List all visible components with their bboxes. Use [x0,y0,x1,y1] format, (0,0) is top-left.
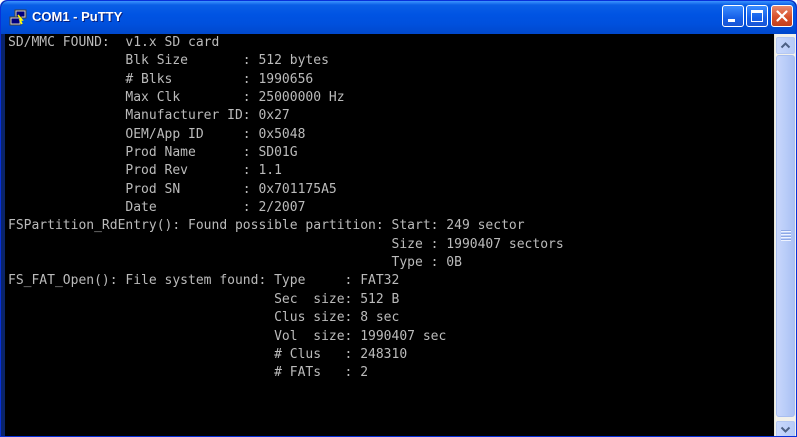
terminal-line: Vol size: 1990407 sec [8,328,447,344]
terminal-line: Max Clk : 25000000 Hz [8,90,345,106]
scroll-thumb[interactable] [776,55,795,417]
terminal-line: Prod Rev : 1.1 [8,163,282,179]
minimize-button[interactable] [722,5,744,27]
terminal-line: # FATs : 2 [8,365,369,381]
terminal-line: FS_FAT_Open(): File system found: Type :… [8,273,400,289]
close-button[interactable] [771,5,793,27]
thumb-grip [781,233,791,235]
scroll-up-button[interactable] [776,37,795,54]
chevron-down-icon [777,422,794,436]
terminal-line: Prod Name : SD01G [8,145,298,161]
terminal-line: FSPartition_RdEntry(): Found possible pa… [8,218,525,234]
terminal-line: Type : 0B [8,255,462,271]
terminal-line: OEM/App ID : 0x5048 [8,126,306,142]
terminal-line: Clus size: 8 sec [8,310,400,326]
terminal-line: Blk Size : 512 bytes [8,53,329,69]
thumb-grip [781,230,791,232]
terminal-line: Date : 2/2007 [8,200,306,216]
scroll-down-button[interactable] [776,421,795,436]
thumb-grip [781,236,791,238]
thumb-grip [781,239,791,241]
maximize-button[interactable] [746,5,768,27]
putty-window: COM1 - PuTTY SD/MMC FOUND: v1.x SD card … [0,0,797,437]
terminal-line: Size : 1990407 sectors [8,236,564,252]
terminal-line: Prod SN : 0x701175A5 [8,181,337,197]
terminal-line: # Blks : 1990656 [8,71,314,87]
terminal-line: # Clus : 248310 [8,346,408,362]
terminal-line: SD/MMC FOUND: v1.x SD card [8,35,220,50]
title-bar[interactable]: COM1 - PuTTY [1,1,796,34]
terminal-line: Sec size: 512 B [8,291,400,307]
terminal-line: Manufacturer ID: 0x27 [8,108,290,124]
terminal-output[interactable]: SD/MMC FOUND: v1.x SD card Blk Size : 51… [5,34,774,436]
window-title: COM1 - PuTTY [32,9,123,24]
putty-icon[interactable] [9,9,27,27]
vertical-scrollbar[interactable] [774,34,796,436]
